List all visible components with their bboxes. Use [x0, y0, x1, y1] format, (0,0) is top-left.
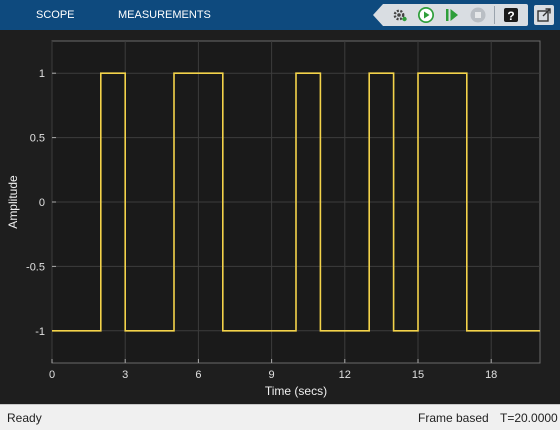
status-ready: Ready — [7, 411, 42, 425]
y-tick-label: -1 — [35, 326, 45, 338]
y-tick-label: -0.5 — [26, 261, 45, 273]
x-tick-labels: 0 3 6 9 12 15 18 — [49, 369, 497, 381]
run-icon[interactable] — [416, 5, 436, 25]
y-tick-labels: -1 -0.5 0 0.5 1 — [26, 68, 45, 338]
x-tick-label: 9 — [269, 369, 275, 381]
status-mode: Frame based — [418, 411, 489, 425]
y-tick-label: 0 — [39, 197, 45, 209]
y-tick-label: 0.5 — [30, 133, 45, 145]
settings-gear-icon[interactable] — [390, 5, 410, 25]
status-time: T=20.0000 — [500, 411, 558, 425]
undock-icon[interactable] — [534, 5, 554, 25]
signal-line — [52, 72, 540, 332]
y-tick-label: 1 — [39, 68, 45, 80]
x-tick-label: 3 — [122, 369, 128, 381]
x-tick-label: 6 — [195, 369, 201, 381]
scope-plot-area: 0 3 6 9 12 15 18 -1 -0.5 0 0.5 1 Time (secs) Ampli… — [0, 30, 560, 402]
tab-measurements[interactable]: MEASUREMENTS — [118, 0, 211, 30]
scope-toolbar: SCOPE MEASUREMENTS ? — [0, 0, 560, 30]
help-icon[interactable]: ? — [501, 5, 521, 25]
step-forward-icon[interactable] — [442, 5, 462, 25]
simulation-controls: ? — [373, 4, 528, 26]
toolbar-separator — [494, 6, 495, 24]
tab-scope[interactable]: SCOPE — [36, 0, 75, 30]
x-tick-label: 15 — [412, 369, 424, 381]
stop-icon[interactable] — [468, 5, 488, 25]
amplitude-time-plot[interactable]: 0 3 6 9 12 15 18 -1 -0.5 0 0.5 1 Time (secs) Ampli… — [0, 30, 560, 402]
y-axis-label: Amplitude — [6, 175, 20, 229]
svg-text:?: ? — [507, 9, 514, 23]
x-tick-label: 12 — [339, 369, 351, 381]
x-tick-label: 18 — [485, 369, 497, 381]
toolbar-controls: ? — [373, 3, 554, 27]
status-bar: Ready Frame based T=20.0000 — [0, 404, 560, 430]
x-tick-label: 0 — [49, 369, 55, 381]
x-axis-label: Time (secs) — [265, 384, 327, 398]
